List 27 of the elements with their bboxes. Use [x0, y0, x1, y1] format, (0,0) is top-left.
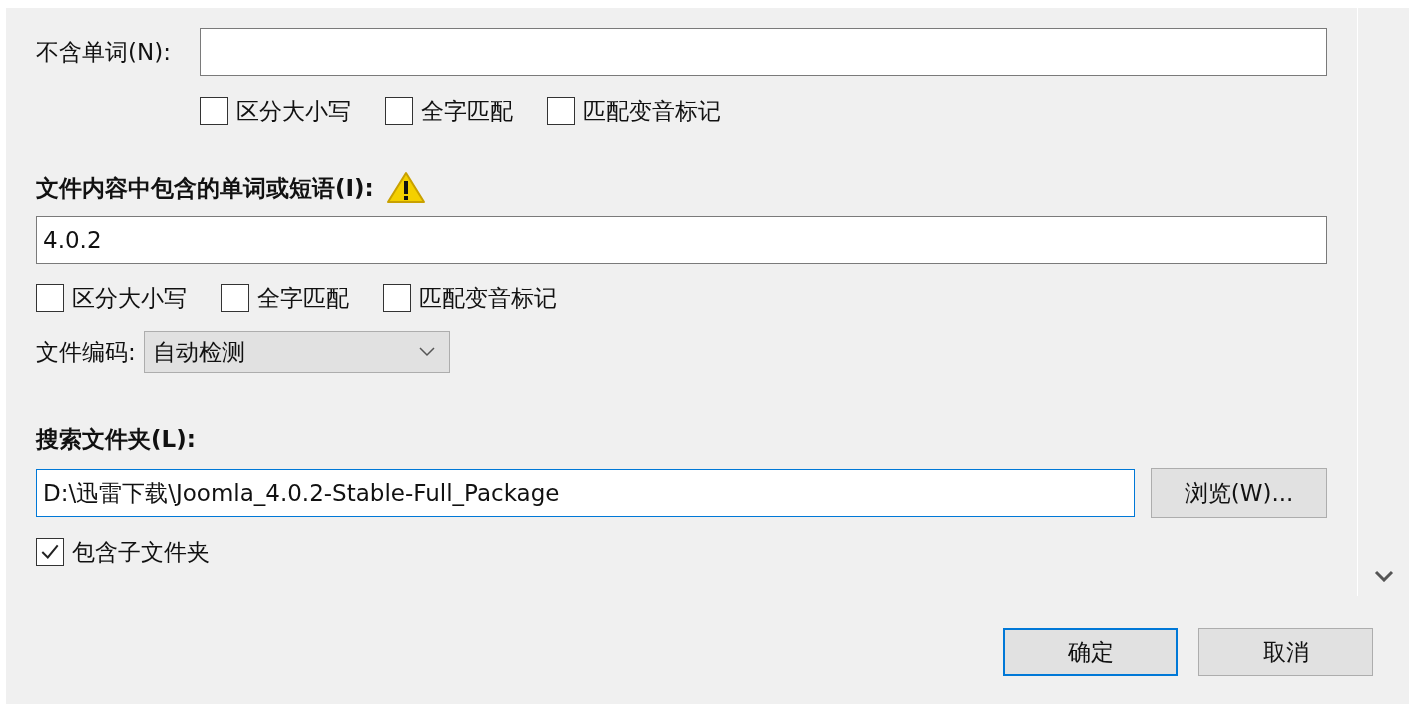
chevron-down-icon[interactable]	[1373, 570, 1394, 582]
checkbox[interactable]	[383, 284, 411, 312]
checkbox-label: 包含子文件夹	[72, 537, 210, 567]
text-field[interactable]: D:\迅雷下载\Joomla_4.0.2-Stable-Full_Package	[36, 469, 1135, 517]
checkbox-label: 全字匹配	[421, 96, 513, 126]
checkbox-label: 匹配变音标记	[583, 96, 721, 126]
dialog-button[interactable]: 确定	[1003, 628, 1178, 676]
dialog-button[interactable]: 取消	[1198, 628, 1373, 676]
section-label: 搜索文件夹(L):	[36, 424, 196, 454]
checkbox-label: 区分大小写	[72, 283, 187, 313]
checkbox[interactable]	[36, 284, 64, 312]
text-field[interactable]: 4.0.2	[36, 216, 1327, 264]
field-label: 文件编码:	[36, 337, 136, 367]
checkbox-label: 区分大小写	[236, 96, 351, 126]
checkbox[interactable]	[547, 97, 575, 125]
checkbox[interactable]	[385, 97, 413, 125]
section-label: 文件内容中包含的单词或短语(I):	[36, 173, 374, 203]
checkbox[interactable]	[221, 284, 249, 312]
checkbox[interactable]	[36, 538, 64, 566]
field-label: 不含单词(N):	[36, 37, 172, 67]
chevron-down-icon	[418, 347, 435, 357]
dropdown[interactable]: 自动检测	[143, 331, 450, 373]
checkbox-label: 匹配变音标记	[419, 283, 557, 313]
text-field[interactable]	[200, 28, 1327, 76]
browse-button[interactable]: 浏览(W)...	[1151, 468, 1327, 518]
checkbox[interactable]	[200, 97, 228, 125]
checkbox-label: 全字匹配	[257, 283, 349, 313]
